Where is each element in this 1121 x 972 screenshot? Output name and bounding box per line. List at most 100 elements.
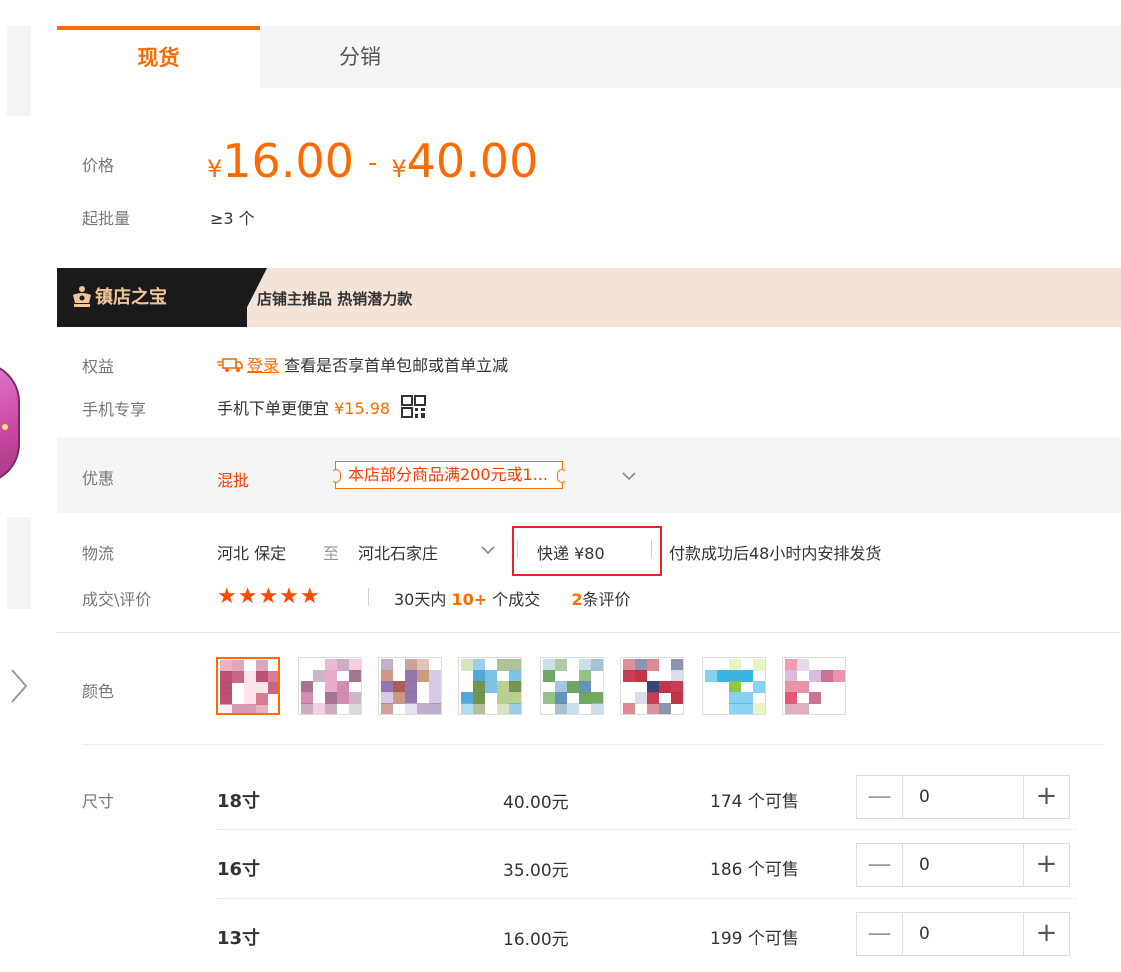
- decrement-button[interactable]: —: [857, 844, 903, 886]
- decrement-button[interactable]: —: [857, 776, 903, 818]
- swatch-pixel: [497, 659, 509, 671]
- size-price: 16.00元: [503, 930, 569, 950]
- tab-distribution[interactable]: 分销: [260, 26, 460, 88]
- divider: [368, 588, 369, 606]
- swatch-pixel: [509, 703, 521, 714]
- swatch-pixel: [405, 703, 417, 714]
- swatch-pixel: [244, 704, 256, 713]
- banner-desc: 店铺主推品 热销潜力款: [257, 290, 413, 308]
- swatch-pixel: [325, 703, 337, 714]
- decrement-button[interactable]: —: [857, 913, 903, 955]
- swatch-pixel: [635, 692, 647, 704]
- price-min: 16.00: [222, 134, 354, 188]
- store-treasure-banner: 镇店之宝 店铺主推品 热销潜力款: [57, 268, 1121, 327]
- mobile-price: ¥15.98: [334, 399, 391, 418]
- swatch-pixel: [567, 681, 579, 693]
- divider: [651, 540, 652, 558]
- color-swatch[interactable]: [540, 657, 604, 715]
- swatch-pixel: [417, 703, 429, 714]
- color-swatch[interactable]: [298, 657, 362, 715]
- swatch-pixel: [647, 659, 659, 671]
- deal-count: 10+: [451, 590, 488, 609]
- logistics-from: 河北 保定: [217, 544, 287, 563]
- swatch-pixel: [833, 670, 845, 682]
- swatch-pixel: [497, 703, 509, 714]
- coupon-tag[interactable]: 本店部分商品满200元或1...: [331, 461, 567, 489]
- qr-code-icon[interactable]: [401, 395, 427, 419]
- promo-label: 优惠: [82, 469, 115, 488]
- quantity-input[interactable]: 0: [904, 776, 1024, 818]
- swatch-pixel: [671, 692, 683, 704]
- size-name: 13寸: [217, 928, 261, 949]
- size-name: 16寸: [217, 859, 261, 880]
- gallery-strip-mid: [7, 517, 31, 609]
- swatch-pixel: [797, 681, 809, 693]
- color-swatch[interactable]: [702, 657, 766, 715]
- swatch-pixel: [232, 704, 244, 713]
- swatch-pixel: [301, 703, 313, 714]
- gallery-thumbnail[interactable]: [0, 362, 22, 484]
- color-swatch[interactable]: [216, 657, 280, 715]
- color-swatch[interactable]: [782, 657, 846, 715]
- benefits-row: 登录 查看是否享首单包邮或首单立减: [217, 352, 508, 376]
- shipping-note: 付款成功后48小时内安排发货: [669, 544, 882, 563]
- review-count: 2: [571, 590, 583, 609]
- truck-icon: [217, 358, 243, 372]
- swatch-pixel: [785, 703, 797, 714]
- moq-label: 起批量: [82, 209, 131, 228]
- section-divider: [57, 632, 1121, 633]
- color-swatch[interactable]: [620, 657, 684, 715]
- swatch-pixel: [647, 703, 659, 714]
- rating-stars: ★★★★★: [217, 584, 321, 609]
- logistics-to-word: 至: [323, 544, 340, 563]
- swatch-pixel: [623, 670, 635, 682]
- swatch-pixel: [555, 659, 567, 671]
- swatch-pixel: [429, 703, 441, 714]
- gallery-strip-top: [7, 26, 31, 116]
- logistics-destination[interactable]: 河北石家庄: [358, 540, 438, 564]
- quantity-stepper: — 0 +: [856, 775, 1070, 819]
- swatch-pixel: [821, 670, 833, 682]
- swatch-pixel: [461, 659, 473, 671]
- review-link[interactable]: 条评价: [582, 590, 630, 609]
- logistics-label: 物流: [82, 544, 115, 563]
- tab-spot[interactable]: 现货: [57, 26, 260, 88]
- swatch-pixel: [349, 670, 361, 682]
- swatch-pixel: [349, 703, 361, 714]
- swatch-pixel: [809, 670, 821, 682]
- swatch-pixel: [232, 671, 244, 683]
- express-fee: 快递 ¥80: [537, 544, 605, 563]
- swatch-pixel: [741, 670, 753, 682]
- swatch-pixel: [579, 692, 591, 704]
- swatch-pixel: [717, 670, 729, 682]
- moq-value: ≥3 个: [210, 209, 255, 228]
- chevron-down-icon[interactable]: [621, 470, 637, 482]
- swatch-pixel: [268, 682, 278, 694]
- chevron-down-icon[interactable]: [480, 544, 496, 556]
- chevron-right-icon[interactable]: [8, 666, 30, 706]
- color-label: 颜色: [82, 682, 115, 701]
- mixed-batch: 混批: [217, 471, 250, 490]
- quantity-input[interactable]: 0: [904, 913, 1024, 955]
- increment-button[interactable]: +: [1023, 913, 1069, 955]
- color-swatch[interactable]: [378, 657, 442, 715]
- deals-label: 成交\评价: [82, 590, 152, 609]
- swatch-pixel: [741, 703, 753, 714]
- increment-button[interactable]: +: [1023, 776, 1069, 818]
- tab-bar: 现货 分销: [57, 26, 1121, 88]
- swatch-pixel: [567, 703, 579, 714]
- quantity-stepper: — 0 +: [856, 912, 1070, 956]
- size-stock: 174 个可售: [710, 792, 799, 812]
- increment-button[interactable]: +: [1023, 844, 1069, 886]
- swatch-pixel: [393, 692, 405, 704]
- quantity-input[interactable]: 0: [904, 844, 1024, 886]
- swatch-pixel: [591, 703, 603, 714]
- color-swatch[interactable]: [458, 657, 522, 715]
- login-link[interactable]: 登录: [247, 356, 279, 375]
- swatch-pixel: [543, 692, 555, 704]
- swatch-pixel: [797, 659, 809, 671]
- price-max: 40.00: [406, 134, 539, 188]
- mobile-row: 手机下单更便宜 ¥15.98: [217, 395, 427, 419]
- swatch-pixel: [729, 703, 741, 714]
- swatch-pixel: [623, 703, 635, 714]
